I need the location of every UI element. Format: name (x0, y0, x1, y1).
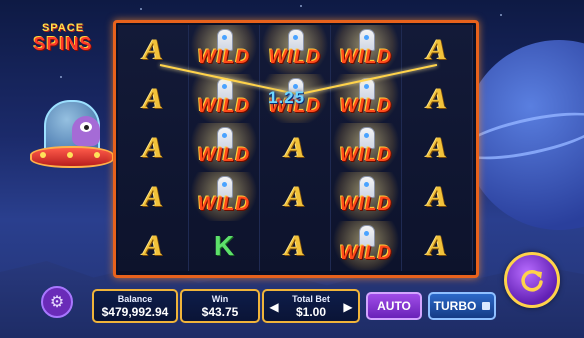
symbol-a: A (118, 221, 188, 270)
reel-5: AAAAA (402, 25, 473, 271)
wild-symbol: WILD (189, 25, 259, 74)
symbol-a: A (260, 123, 330, 172)
balance-panel: Balance $479,992.94 (92, 289, 178, 323)
symbol-k: K (189, 221, 259, 270)
logo-line-1: SPACE (41, 22, 85, 34)
auto-button[interactable]: AUTO (366, 292, 422, 320)
line-win-amount: 1.25 (268, 88, 306, 107)
alien-eye (80, 122, 92, 132)
wild-symbol: WILD (331, 123, 401, 172)
symbol-label: A (142, 81, 163, 115)
star (140, 8, 142, 10)
symbol-label: A (284, 130, 305, 164)
wild-label: WILD (197, 194, 251, 215)
bet-increase-button[interactable]: ▶ (342, 298, 354, 316)
gear-icon: ⚙ (49, 294, 65, 311)
symbol-label: A (426, 228, 447, 262)
wild-symbol: WILD (189, 74, 259, 123)
wild-label: WILD (339, 47, 393, 68)
symbol-a: A (260, 172, 330, 221)
symbol-label: K (213, 229, 235, 261)
balance-label: Balance (117, 294, 153, 304)
reel-1: AAAAA (118, 25, 189, 271)
symbol-a: A (260, 221, 330, 270)
star (300, 5, 302, 7)
wild-symbol: WILD (331, 25, 401, 74)
turbo-label: TURBO (433, 299, 477, 313)
wild-label: WILD (197, 145, 251, 166)
balance-value: $479,992.94 (101, 305, 169, 319)
symbol-a: A (118, 25, 188, 74)
symbol-label: A (426, 32, 447, 66)
wild-symbol: WILD (331, 221, 401, 270)
wild-label: WILD (197, 47, 251, 68)
reels-frame: A A A A A WILD WILD WILD WILD K WILD WILD A A A WILD WIL… (113, 20, 479, 278)
chevron-left-icon: ◀ (269, 300, 279, 314)
game-logo: SPACE SPINS (28, 22, 98, 55)
symbol-label: A (426, 179, 447, 213)
wild-symbol: WILD (331, 74, 401, 123)
turbo-indicator-icon (482, 302, 491, 310)
bet-decrease-button[interactable]: ◀ (268, 298, 280, 316)
chevron-right-icon: ▶ (343, 300, 353, 314)
wild-label: WILD (339, 96, 393, 117)
symbol-label: A (142, 179, 163, 213)
alien (72, 116, 100, 146)
reel-3: WILD WILD A A A (260, 25, 331, 271)
symbol-label: A (426, 81, 447, 115)
wild-label: WILD (339, 243, 393, 264)
symbol-a: A (402, 221, 472, 270)
wild-label: WILD (339, 145, 393, 166)
win-panel: Win $43.75 (180, 289, 260, 323)
symbol-label: A (426, 130, 447, 164)
ufo-light (94, 152, 100, 158)
symbol-a: A (118, 172, 188, 221)
reel-4: WILD WILD WILD WILD WILD (331, 25, 402, 271)
wild-symbol: WILD (189, 123, 259, 172)
star (60, 76, 62, 78)
alien-ufo (30, 100, 114, 190)
win-value: $43.75 (201, 305, 239, 319)
symbol-label: A (142, 130, 163, 164)
wild-symbol: WILD (331, 172, 401, 221)
spin-arrow-icon (521, 270, 543, 292)
symbol-a: A (402, 172, 472, 221)
bet-panel: ◀ Total Bet $1.00 ▶ (262, 289, 360, 323)
symbol-a: A (402, 123, 472, 172)
symbol-label: A (284, 179, 305, 213)
turbo-button[interactable]: TURBO (428, 292, 496, 320)
wild-label: WILD (339, 194, 393, 215)
wild-symbol: WILD (189, 172, 259, 221)
spin-button[interactable] (504, 252, 560, 308)
symbol-label: A (142, 228, 163, 262)
wild-label: WILD (197, 96, 251, 117)
ufo-light (40, 152, 46, 158)
symbol-a: A (118, 74, 188, 123)
wild-symbol: WILD (260, 25, 330, 74)
wild-label: WILD (268, 47, 322, 68)
logo-line-2: SPINS (33, 34, 93, 54)
settings-button[interactable]: ⚙ (41, 286, 73, 318)
win-label: Win (211, 294, 229, 304)
symbol-label: A (284, 228, 305, 262)
symbol-label: A (142, 32, 163, 66)
star (500, 14, 502, 16)
reel-2: WILD WILD WILD WILD K (189, 25, 260, 271)
symbol-a: A (402, 25, 472, 74)
symbol-a: A (402, 74, 472, 123)
symbol-a: A (118, 123, 188, 172)
auto-label: AUTO (377, 299, 411, 313)
ufo-light (67, 152, 73, 158)
